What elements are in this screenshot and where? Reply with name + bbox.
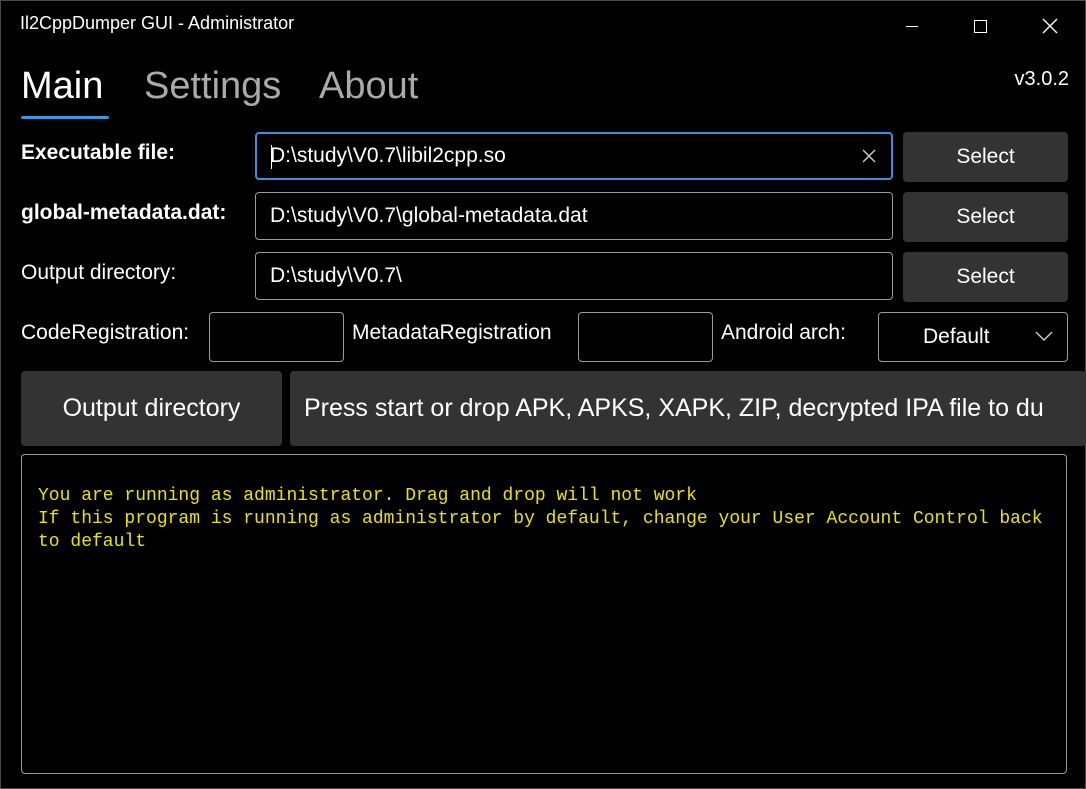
executable-file-label: Executable file: [21, 141, 176, 164]
maximize-button[interactable] [946, 1, 1015, 51]
clear-icon[interactable] [861, 148, 877, 164]
android-arch-label: Android arch: [721, 321, 846, 344]
text-caret [271, 145, 272, 169]
close-icon [1042, 18, 1057, 34]
metadata-registration-input[interactable] [578, 312, 713, 362]
global-metadata-value: D:\study\V0.7\global-metadata.dat [270, 204, 588, 227]
global-metadata-label: global-metadata.dat: [21, 201, 227, 224]
close-button[interactable] [1015, 1, 1084, 51]
code-registration-input[interactable] [209, 312, 344, 362]
title-bar[interactable]: Il2CppDumper GUI - Administrator [1, 1, 1085, 51]
code-registration-label: CodeRegistration: [21, 321, 190, 344]
tab-main[interactable]: Main [21, 65, 103, 108]
minimize-icon [905, 25, 918, 27]
app-window: Il2CppDumper GUI - Administrator Main Se… [0, 0, 1086, 789]
select-executable-button[interactable]: Select [903, 132, 1068, 182]
maximize-icon [974, 19, 987, 33]
output-directory-label: Output directory: [21, 261, 177, 284]
tab-main-indicator [21, 116, 109, 119]
output-directory-value: D:\study\V0.7\ [270, 264, 402, 287]
window-title: Il2CppDumper GUI - Administrator [20, 13, 295, 33]
executable-file-value: D:\study\V0.7\libil2cpp.so [270, 144, 506, 167]
start-button[interactable]: Press start or drop APK, APKS, XAPK, ZIP… [290, 371, 1086, 446]
android-arch-dropdown[interactable]: Default [878, 312, 1068, 362]
minimize-button[interactable] [877, 1, 946, 51]
android-arch-value: Default [923, 325, 990, 348]
output-directory-button[interactable]: Output directory [21, 371, 282, 446]
metadata-registration-label: MetadataRegistration [352, 321, 552, 344]
select-metadata-button[interactable]: Select [903, 192, 1068, 242]
executable-file-input[interactable]: D:\study\V0.7\libil2cpp.so [255, 132, 893, 180]
output-directory-input[interactable]: D:\study\V0.7\ [255, 252, 893, 300]
tab-about[interactable]: About [319, 65, 418, 108]
select-output-button[interactable]: Select [903, 252, 1068, 302]
console-line: If this program is running as administra… [38, 509, 1054, 552]
tab-settings[interactable]: Settings [144, 65, 281, 108]
global-metadata-input[interactable]: D:\study\V0.7\global-metadata.dat [255, 192, 893, 240]
console-line: You are running as administrator. Drag a… [38, 486, 697, 506]
console-output[interactable]: You are running as administrator. Drag a… [21, 454, 1067, 774]
version-label: v3.0.2 [1014, 68, 1069, 90]
chevron-down-icon [1035, 331, 1053, 341]
